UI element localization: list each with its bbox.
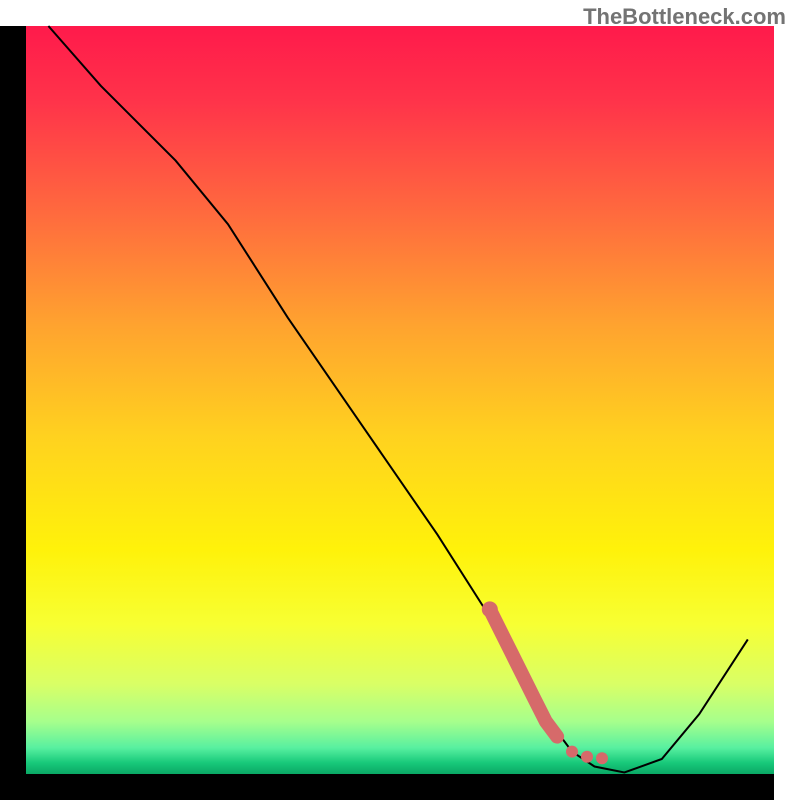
plot-background	[26, 26, 774, 774]
bottleneck-chart: TheBottleneck.com	[0, 0, 800, 800]
chart-svg	[0, 0, 800, 800]
watermark-text: TheBottleneck.com	[583, 4, 786, 30]
